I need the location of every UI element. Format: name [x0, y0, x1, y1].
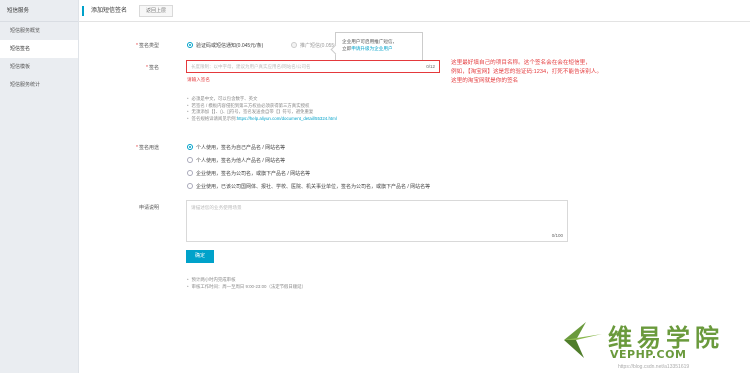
signature-hints: 必须是中文，可以包含数字、英文 若签名 / 模板内容侵犯到第三方权益必须获得第三…: [187, 96, 337, 122]
review-notes: 预计两小时内完成审核 审核工作时间：周一至周日 9:00-23:00（法定节假日…: [187, 276, 306, 290]
usage-option-personal-other[interactable]: 个人使用，签名为他人产品名 / 网站名等: [187, 157, 285, 164]
note-item: 预计两小时内完成审核: [187, 276, 306, 283]
hint-item: 无须添加【】、()、[]符号，签名发送会自带【】符号，避免重复: [187, 109, 337, 116]
apply-note-char-count: 0/100: [551, 233, 563, 238]
sidebar: 短信服务 短信服务概览 短信签名 短信模板 短信服务统计: [0, 0, 79, 373]
signature-char-count: 0/12: [426, 64, 435, 69]
sidebar-item-overview[interactable]: 短信服务概览: [0, 22, 78, 40]
signature-input[interactable]: [187, 61, 407, 72]
hint-item: 必须是中文，可以包含数字、英文: [187, 96, 337, 103]
sign-type-label: *签名类型: [136, 43, 159, 49]
page-header: 添加短信签名 返回上层: [79, 0, 750, 22]
radio-icon[interactable]: [187, 170, 193, 176]
vephp-watermark: 维易学院 VEPHP.COM https://blog.csdn.net/a13…: [560, 316, 750, 373]
usage-option-enterprise-other[interactable]: 企业使用，已该公司国网体、报社、学校、医院、机关事业单位，签名为公司名，或旗下产…: [187, 183, 430, 190]
back-button[interactable]: 返回上层: [139, 5, 174, 17]
apply-note-textarea[interactable]: [187, 201, 567, 241]
vephp-logo-icon: [564, 322, 602, 358]
radio-icon[interactable]: [187, 157, 193, 163]
usage-option-enterprise-own[interactable]: 企业使用，签名为公司名，或旗下产品名 / 网站名等: [187, 170, 310, 177]
submit-button[interactable]: 确定: [186, 250, 214, 263]
sidebar-item-signature[interactable]: 短信签名: [0, 40, 78, 58]
hint-item: 签名规格详请阅见示例:https://help.aliyun.com/docum…: [187, 116, 337, 123]
apply-note-label: 申请说明: [138, 205, 159, 211]
upgrade-enterprise-link[interactable]: 申请升级为企业用户: [351, 46, 392, 51]
radio-icon[interactable]: [187, 183, 193, 189]
apply-note-box: 0/100: [186, 200, 568, 242]
watermark-url-text: https://blog.csdn.net/a13351619: [618, 364, 690, 370]
radio-checked-icon[interactable]: [187, 144, 193, 150]
sidebar-title: 短信服务: [0, 0, 78, 22]
sidebar-item-statistics[interactable]: 短信服务统计: [0, 76, 78, 94]
note-item: 审核工作时间：周一至周日 9:00-23:00（法定节假日顺延）: [187, 283, 306, 290]
signature-label: *签名: [146, 65, 159, 71]
page-title: 添加短信签名: [91, 8, 128, 14]
title-accent-bar: [82, 6, 84, 16]
upgrade-tooltip: 企业用户可启用推广短信， 立即申请升级为企业用户: [335, 32, 423, 62]
sign-type-option-verification[interactable]: 验证码或短信通知(0.045元/条): [187, 42, 263, 49]
signature-input-box: 0/12: [186, 60, 440, 73]
sidebar-item-template[interactable]: 短信模板: [0, 58, 78, 76]
radio-checked-icon[interactable]: [187, 42, 193, 48]
radio-disabled-icon[interactable]: [291, 42, 297, 48]
red-annotation-note: 这里最好填自己的项目名称。这个签名会在会在短信里， 例如，【淘宝网】这是您的验证…: [451, 60, 603, 84]
help-doc-link[interactable]: https://help.aliyun.com/document_detail/…: [237, 116, 337, 121]
usage-label: *签名用途: [136, 145, 159, 151]
signature-error-message: 请输入签名: [187, 77, 210, 82]
usage-option-personal-own[interactable]: 个人使用，签名为自己产品名 / 网站名等: [187, 144, 285, 151]
watermark-domain-text: VEPHP.COM: [610, 348, 687, 361]
